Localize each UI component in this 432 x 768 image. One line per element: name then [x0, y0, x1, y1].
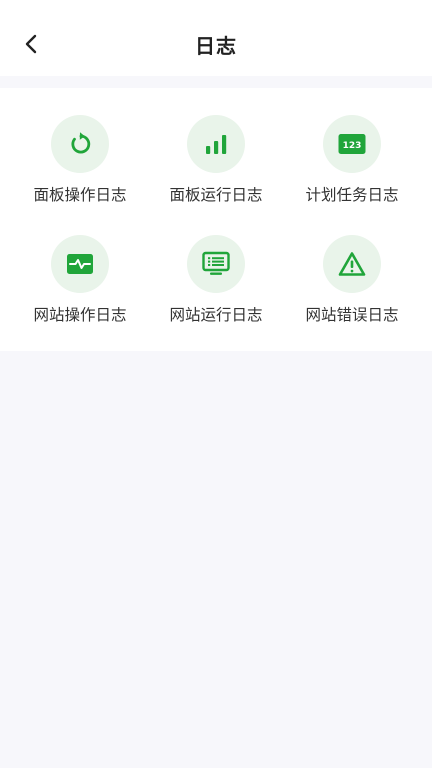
- section-gap: [0, 76, 432, 88]
- log-menu-grid: 面板操作日志 面板运行日志 123 计划任务日志 网站操作日志 网站运行日志 网…: [12, 115, 420, 325]
- numbers-123-icon: 123: [338, 134, 366, 154]
- log-item-cron-task[interactable]: 123 计划任务日志: [284, 115, 420, 205]
- log-menu-panel: 面板操作日志 面板运行日志 123 计划任务日志 网站操作日志 网站运行日志 网…: [0, 88, 432, 351]
- warning-icon: [338, 252, 366, 276]
- page-title: 日志: [195, 34, 237, 58]
- log-item-label: 网站运行日志: [169, 306, 263, 324]
- log-item-label: 网站操作日志: [33, 306, 127, 324]
- refresh-icon: [71, 132, 91, 154]
- bar-chart-icon: [206, 135, 227, 154]
- icon-circle: [323, 235, 381, 293]
- icon-circle: [187, 115, 245, 173]
- list-screen-icon: [202, 251, 230, 275]
- icon-number-text: 123: [343, 141, 362, 151]
- icon-circle: 123: [323, 115, 381, 173]
- log-item-site-operation[interactable]: 网站操作日志: [12, 235, 148, 325]
- header-bar: 日志: [0, 0, 432, 76]
- log-item-panel-runtime[interactable]: 面板运行日志: [148, 115, 284, 205]
- log-item-site-runtime[interactable]: 网站运行日志: [148, 235, 284, 325]
- icon-circle: [187, 235, 245, 293]
- pulse-monitor-icon: [67, 254, 93, 274]
- log-item-panel-operation[interactable]: 面板操作日志: [12, 115, 148, 205]
- icon-circle: [51, 235, 109, 293]
- log-item-label: 网站错误日志: [305, 306, 399, 324]
- log-item-label: 计划任务日志: [305, 186, 399, 204]
- log-item-label: 面板运行日志: [169, 186, 263, 204]
- log-item-label: 面板操作日志: [33, 186, 127, 204]
- log-item-site-error[interactable]: 网站错误日志: [284, 235, 420, 325]
- icon-circle: [51, 115, 109, 173]
